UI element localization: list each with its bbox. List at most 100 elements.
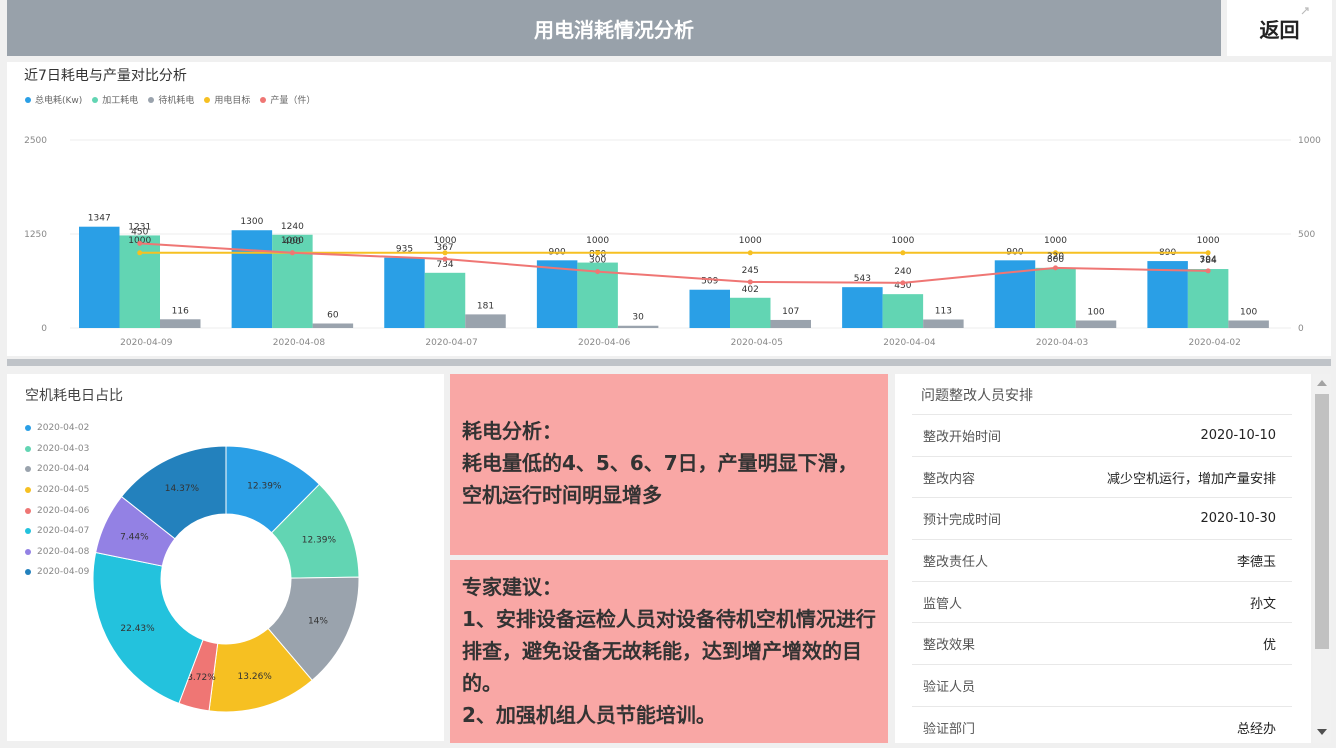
bar-value-label: 113 xyxy=(935,307,952,317)
bar xyxy=(312,323,354,328)
bar xyxy=(160,319,201,328)
bar xyxy=(1228,320,1269,328)
bar-value-label: 181 xyxy=(477,301,494,311)
bar xyxy=(1075,320,1117,328)
bar-value-label: 100 xyxy=(1087,307,1104,317)
bar xyxy=(689,289,730,328)
analysis-body: 耗电量低的4、5、6、7日，产量明显下滑，空机运行时间明显增多 xyxy=(462,451,858,507)
target-value-label: 1000 xyxy=(739,236,762,246)
slice-value-label: 3.72% xyxy=(187,673,216,683)
table-row: 整改责任人 李德玉 xyxy=(912,539,1292,581)
bar xyxy=(882,294,924,328)
output-point xyxy=(442,256,448,262)
back-button[interactable]: 返回 xyxy=(1227,0,1332,56)
output-value-label: 304 xyxy=(1200,255,1217,265)
page-title: 用电消耗情况分析 xyxy=(534,17,694,42)
analysis-box: 耗电分析： 耗电量低的4、5、6、7日，产量明显下滑，空机运行时间明显增多 xyxy=(450,374,888,555)
analysis-heading: 耗电分析： xyxy=(462,419,562,443)
slice-value-label: 12.39% xyxy=(302,535,337,545)
scroll-thumb[interactable] xyxy=(1315,394,1329,649)
slice-value-label: 12.39% xyxy=(247,482,282,492)
x-tick-label: 2020-04-04 xyxy=(883,338,936,348)
output-value-label: 300 xyxy=(589,256,606,266)
output-point xyxy=(595,269,601,275)
slice-value-label: 14% xyxy=(308,617,328,627)
back-button-label: 返回 xyxy=(1259,17,1300,42)
bar xyxy=(730,297,771,328)
target-point xyxy=(595,250,601,256)
table-row: 验证部门 总经办 xyxy=(912,706,1292,748)
bar-value-label: 402 xyxy=(742,285,759,295)
link-icon xyxy=(1301,7,1309,15)
target-point xyxy=(747,250,753,256)
scroll-down-icon[interactable] xyxy=(1317,729,1327,735)
table-title: 问题整改人员安排 xyxy=(921,388,1033,404)
bar xyxy=(231,230,273,328)
x-tick-label: 2020-04-06 xyxy=(578,338,631,348)
bar-value-label: 60 xyxy=(327,310,339,320)
output-point xyxy=(747,279,753,285)
output-point xyxy=(900,280,906,286)
section-divider xyxy=(7,359,1331,366)
bar xyxy=(923,319,964,328)
output-value-label: 450 xyxy=(131,227,148,237)
output-value-label: 245 xyxy=(742,266,759,276)
x-tick-label: 2020-04-09 xyxy=(120,338,173,348)
bar xyxy=(536,260,578,328)
output-value-label: 367 xyxy=(436,243,453,253)
target-point xyxy=(137,250,143,256)
table-row: 整改开始时间 2020-10-10 xyxy=(912,414,1292,456)
bar-value-label: 1240 xyxy=(281,222,304,232)
bar-value-label: 100 xyxy=(1240,307,1257,317)
right-tick-label: 500 xyxy=(1298,230,1315,240)
page-header: 用电消耗情况分析 xyxy=(7,0,1221,56)
rectification-table: 问题整改人员安排 整改开始时间 2020-10-10 整改内容 减少空机运行，增加产… xyxy=(895,374,1311,743)
bar xyxy=(1187,269,1229,328)
x-tick-label: 2020-04-07 xyxy=(425,338,477,348)
table-row: 验证人员 xyxy=(912,664,1292,706)
left-tick-label: 2500 xyxy=(24,136,47,146)
table-row: 监管人 孙文 xyxy=(912,581,1292,623)
target-value-label: 1000 xyxy=(586,236,609,246)
x-tick-label: 2020-04-03 xyxy=(1036,338,1088,348)
target-point xyxy=(900,250,906,256)
slice-value-label: 13.26% xyxy=(238,672,273,682)
consumption-chart-panel: 近7日耗电与产量对比分析 总电耗(Kw) 加工耗电 待机耗电 用电目标 产量（件… xyxy=(7,62,1331,356)
bar xyxy=(842,287,883,328)
slice-value-label: 14.37% xyxy=(165,484,200,494)
output-value-label: 240 xyxy=(894,267,911,277)
x-tick-label: 2020-04-08 xyxy=(273,338,326,348)
output-value-label: 320 xyxy=(1047,252,1064,262)
bar xyxy=(1035,267,1076,328)
advice-item: 1、安排设备运检人员对设备待机空机情况进行排查，避免设备无故耗能，达到增产增效的… xyxy=(462,607,876,695)
scroll-up-icon[interactable] xyxy=(1317,380,1327,386)
bar-value-label: 107 xyxy=(782,307,799,317)
bar xyxy=(384,257,425,328)
output-point xyxy=(1205,268,1211,274)
advice-box: 专家建议： 1、安排设备运检人员对设备待机空机情况进行排查，避免设备无故耗能，达… xyxy=(450,560,888,743)
advice-heading: 专家建议： xyxy=(462,575,562,599)
pie-chart-panel: 空机耗电日占比 2020-04-02 2020-04-03 2020-04-04 20… xyxy=(7,374,444,741)
right-tick-label: 0 xyxy=(1298,324,1304,334)
target-value-label: 1000 xyxy=(1197,236,1220,246)
bar-value-label: 1347 xyxy=(88,214,111,224)
bar xyxy=(617,325,659,328)
donut-chart: 12.39% 12.39% 14% 13.26% 3.72% 22.43% 7.44% 14.… xyxy=(92,445,360,713)
target-value-label: 1000 xyxy=(1044,236,1067,246)
bar-value-label: 1300 xyxy=(240,217,263,227)
bar xyxy=(770,319,811,328)
bar-value-label: 30 xyxy=(632,313,644,323)
x-tick-label: 2020-04-02 xyxy=(1189,338,1241,348)
bar xyxy=(79,226,120,328)
target-value-label: 1000 xyxy=(891,236,914,246)
table-row: 整改效果优 xyxy=(912,622,1292,664)
right-tick-label: 1000 xyxy=(1298,136,1321,146)
table-scrollbar[interactable] xyxy=(1313,374,1331,743)
bar xyxy=(119,235,160,328)
slice-value-label: 22.43% xyxy=(120,624,155,634)
bar-line-chart: 0 0 1250 500 2500 1000 2020-04-09 2020-04-08 202… xyxy=(24,136,1321,348)
output-point xyxy=(137,240,143,246)
bar xyxy=(424,272,466,328)
table-row: 整改内容 减少空机运行，增加产量安排 xyxy=(912,456,1292,498)
output-value-label: 400 xyxy=(284,237,301,247)
